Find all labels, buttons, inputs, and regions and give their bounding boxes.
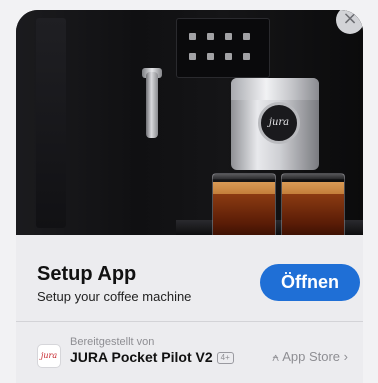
- provided-by-label: Bereitgestellt von: [70, 336, 155, 348]
- age-rating-badge: 4+: [216, 352, 234, 364]
- app-store-icon: ⍲: [272, 350, 280, 364]
- app-name-text: JURA Pocket Pilot V2: [70, 349, 213, 365]
- open-button[interactable]: Öffnen: [260, 264, 360, 301]
- app-store-label: App Store: [282, 349, 341, 364]
- app-clip-card: jura × Setup App Setup your coffee machi…: [16, 10, 363, 383]
- chevron-right-icon: ›: [343, 349, 348, 364]
- coffee-glass-left: [212, 173, 276, 235]
- milk-spout: [146, 72, 158, 138]
- jura-logo: jura: [258, 102, 300, 144]
- app-store-link[interactable]: ⍲ App Store ›: [272, 349, 348, 365]
- hero-image: jura: [16, 10, 363, 235]
- close-button[interactable]: ×: [336, 10, 363, 34]
- divider: [16, 321, 363, 322]
- close-icon: ×: [342, 10, 358, 29]
- machine-side-panel: [36, 18, 66, 228]
- machine-display: [176, 18, 270, 78]
- app-clip-title: Setup App: [37, 263, 137, 285]
- app-clip-subtitle: Setup your coffee machine: [37, 289, 192, 304]
- app-name: JURA Pocket Pilot V2 4+: [70, 349, 234, 365]
- app-info-panel: Setup App Setup your coffee machine Öffn…: [16, 235, 363, 383]
- coffee-outlet-top: [231, 78, 319, 100]
- coffee-glass-right: [281, 173, 345, 235]
- jura-app-icon: jura: [37, 344, 61, 368]
